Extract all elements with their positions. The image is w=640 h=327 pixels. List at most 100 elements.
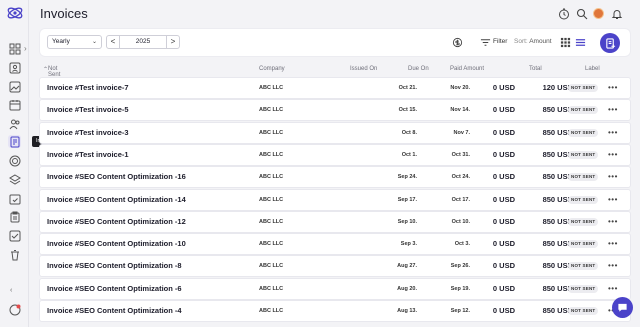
invoice-name: Invoice #SEO Content Optimization -16 [47,172,186,182]
invoice-name: Invoice #SEO Content Optimization -12 [47,216,186,226]
table-row[interactable]: Invoice #SEO Content Optimization -12 ABC… [40,211,630,232]
trash-icon[interactable] [8,248,21,261]
toolbar: Yearly ⌄ < 2025 > Filter Sort: Amount [40,29,630,56]
more-options-icon[interactable]: ••• [608,78,618,98]
invoice-due: Oct 24. [451,174,470,181]
help-icon[interactable] [8,303,21,316]
status-badge: NOT SENT [568,106,599,115]
add-invoice-button[interactable] [600,33,620,53]
sort-prefix: Sort: [514,38,528,45]
team-icon[interactable] [8,117,21,130]
app-logo[interactable] [6,5,24,21]
page-title: Invoices [40,6,88,21]
sort-button[interactable]: Sort: Amount [514,38,552,45]
table-row[interactable]: Invoice #SEO Content Optimization -16 ABC… [40,167,630,188]
invoice-issued: Oct 1. [401,151,417,158]
calendar-check-icon[interactable] [8,192,21,205]
chat-button[interactable] [612,297,633,318]
invoice-icon[interactable] [8,135,21,148]
table-row[interactable]: Invoice #SEO Content Optimization -4 ABC … [40,301,630,321]
timer-icon[interactable] [558,8,570,20]
dashboard-icon[interactable] [8,42,21,55]
status-badge: NOT SENT [568,128,599,137]
filter-icon[interactable] [480,37,491,48]
invoice-issued: Oct 21. [398,85,417,91]
bell-icon[interactable] [611,8,623,20]
expand-sidebar-icon[interactable]: › [24,44,27,53]
status-badge: NOT SENT [568,262,599,271]
invoice-company: ABC LLC [259,196,284,203]
invoice-due: Nov 14. [450,107,470,114]
more-options-icon[interactable]: ••• [608,279,618,299]
next-year-button[interactable]: > [166,36,179,48]
invoice-issued: Sep 3. [400,241,417,248]
column-total: Total [529,66,542,72]
invoice-paid: 0 USD [492,172,515,182]
more-options-icon[interactable]: ••• [608,212,618,232]
table-row[interactable]: Invoice #SEO Content Optimization -10 ABC… [40,234,630,255]
avatar[interactable] [593,8,604,19]
invoice-name: Invoice #SEO Content Optimization -10 [47,239,186,249]
invoice-paid: 0 USD [492,127,515,137]
search-icon[interactable] [576,8,588,20]
invoice-issued: Aug 13. [397,308,417,314]
invoice-company: ABC LLC [259,308,284,314]
chevron-down-icon: ⌄ [91,39,97,45]
checklist-icon[interactable] [8,229,21,242]
more-options-icon[interactable]: ••• [608,256,618,276]
clipboard-icon[interactable] [8,210,21,223]
status-badge: NOT SENT [568,84,599,92]
invoice-company: ABC LLC [259,85,284,91]
grid-view-icon[interactable] [560,37,571,48]
invoice-name: Invoice #Test invoice-1 [47,149,129,159]
invoice-name: Invoice #Test invoice-3 [47,127,129,137]
table-row[interactable]: Invoice #Test invoice-3 ABC LLC Oct 8. Nov … [40,122,630,143]
status-badge: NOT SENT [568,284,599,293]
more-options-icon[interactable]: ••• [608,167,618,187]
target-icon[interactable] [8,154,21,167]
period-select[interactable]: Yearly ⌄ [47,35,102,49]
more-options-icon[interactable]: ••• [608,145,618,165]
table-row[interactable]: Invoice #SEO Content Optimization -8 ABC … [40,256,630,277]
group-toggle[interactable]: ⌃ Not Sent (45) [43,66,60,84]
invoice-due: Oct 3. [454,241,470,248]
invoice-paid: 0 USD [492,283,515,293]
list-view-icon[interactable] [575,37,586,48]
table-row[interactable]: Invoice #Test invoice-1 ABC LLC Oct 1. Oct … [40,144,630,165]
invoice-due: Oct 31. [451,151,470,158]
invoice-paid: 0 USD [492,216,515,226]
table-row[interactable]: Invoice #SEO Content Optimization -6 ABC … [40,278,630,299]
invoice-due: Sep 19. [450,285,470,292]
column-company: Company [259,66,285,72]
layers-icon[interactable] [8,173,21,186]
status-badge: NOT SENT [568,307,599,315]
invoice-paid: 0 USD [492,239,515,249]
more-options-icon[interactable]: ••• [608,123,618,143]
collapse-sidebar-icon[interactable]: ‹ [10,287,12,294]
more-options-icon[interactable]: ••• [608,234,618,254]
invoice-company: ABC LLC [259,218,284,225]
column-paid: Paid Amount [450,66,485,72]
table-row[interactable]: Invoice #Test invoice-5 ABC LLC Oct 15. Nov… [40,100,630,121]
invoice-due: Nov 20. [450,85,470,91]
invoice-name: Invoice #Test invoice-5 [47,105,129,115]
invoice-name: Invoice #Test invoice-7 [47,83,129,92]
invoice-company: ABC LLC [259,241,284,248]
year-value: 2025 [135,38,151,45]
table-header: ⌃ Not Sent (45) Company Issued On Due On… [40,66,630,84]
prev-year-button[interactable]: < [107,36,120,48]
filter-button[interactable]: Filter [493,38,507,45]
table-row[interactable]: Invoice #SEO Content Optimization -14 ABC… [40,189,630,210]
contacts-icon[interactable] [8,61,21,74]
more-options-icon[interactable]: ••• [608,190,618,210]
table-row[interactable]: Invoice #Test invoice-7 ABC LLC Oct 21. Nov… [40,78,630,98]
invoice-name: Invoice #SEO Content Optimization -4 [47,306,182,315]
invoice-company: ABC LLC [259,174,284,181]
more-options-icon[interactable]: ••• [608,100,618,120]
invoice-due: Oct 17. [451,196,470,203]
calendar-icon[interactable] [8,98,21,111]
year-navigator: < 2025 > [106,35,180,49]
invoice-issued: Sep 24. [397,174,417,181]
gallery-icon[interactable] [8,80,21,93]
currency-icon[interactable] [452,37,463,48]
